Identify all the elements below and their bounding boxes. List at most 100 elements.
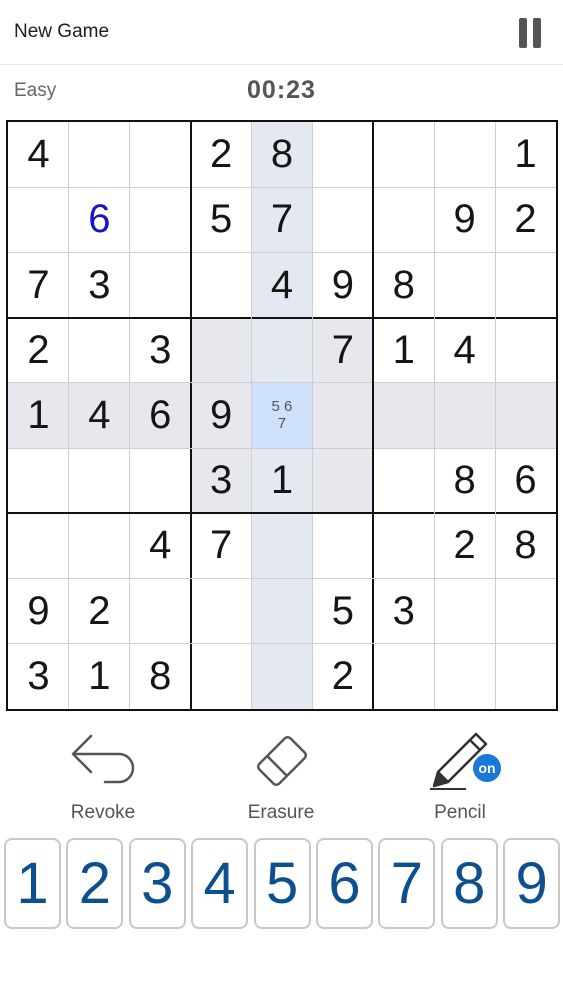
- cell-r1c4[interactable]: 2: [191, 122, 252, 187]
- cell-r6c7[interactable]: [373, 448, 434, 513]
- cell-r4c6[interactable]: 7: [312, 317, 374, 383]
- cell-r5c5[interactable]: 5 6 7: [251, 382, 313, 449]
- cell-r4c9[interactable]: [495, 318, 556, 383]
- cell-r2c5[interactable]: 7: [251, 187, 313, 253]
- number-key-5[interactable]: 5: [253, 838, 311, 929]
- number-key-6[interactable]: 6: [316, 838, 373, 929]
- cell-r5c2[interactable]: 4: [68, 382, 130, 449]
- cell-r3c7[interactable]: 8: [373, 252, 434, 317]
- cell-r3c6[interactable]: 9: [312, 252, 373, 317]
- cell-r6c5[interactable]: 1: [251, 448, 313, 514]
- number-key-2[interactable]: 2: [66, 838, 124, 929]
- cell-r8c5[interactable]: [251, 578, 313, 644]
- number-key-3[interactable]: 3: [128, 838, 186, 929]
- cell-r1c6[interactable]: [312, 122, 373, 187]
- cell-r7c8[interactable]: 2: [434, 513, 495, 578]
- cell-r5c3[interactable]: 6: [129, 382, 191, 449]
- cell-r7c9[interactable]: 8: [495, 513, 556, 578]
- cell-r8c9[interactable]: [495, 579, 556, 644]
- cell-r4c3[interactable]: 3: [130, 318, 191, 383]
- cell-r4c4[interactable]: [190, 317, 252, 383]
- cell-r5c9[interactable]: [495, 382, 556, 449]
- cell-r1c7[interactable]: [373, 122, 434, 187]
- cell-r5c7[interactable]: [373, 382, 435, 449]
- cell-r9c4[interactable]: [191, 644, 252, 709]
- number-key-1[interactable]: 1: [4, 838, 61, 929]
- cell-r7c5[interactable]: [251, 513, 313, 579]
- cell-r5c1[interactable]: 1: [8, 382, 69, 449]
- number-key-4[interactable]: 4: [191, 838, 249, 929]
- cell-r7c1[interactable]: [8, 513, 69, 578]
- cell-r6c3[interactable]: [130, 448, 191, 513]
- cell-r2c1[interactable]: [8, 187, 69, 252]
- cell-r2c3[interactable]: [130, 187, 191, 252]
- cell-r3c1[interactable]: 7: [8, 252, 69, 317]
- cell-r3c8[interactable]: [434, 252, 495, 317]
- cell-r1c3[interactable]: [130, 122, 191, 187]
- cell-r3c3[interactable]: [130, 252, 191, 317]
- cell-r6c2[interactable]: [69, 448, 130, 513]
- number-key-9[interactable]: 9: [503, 838, 561, 929]
- erasure-button[interactable]: Erasure: [211, 722, 351, 827]
- cell-r7c3[interactable]: 4: [130, 513, 191, 578]
- cell-r6c9[interactable]: 6: [495, 448, 556, 513]
- new-game-button[interactable]: New Game: [14, 21, 109, 43]
- cell-r8c4[interactable]: [191, 579, 252, 644]
- cell-r1c9[interactable]: 1: [495, 122, 556, 187]
- cell-r7c6[interactable]: [312, 513, 373, 578]
- cell-r8c2[interactable]: 2: [69, 579, 130, 644]
- cell-r8c6[interactable]: 5: [312, 579, 373, 644]
- cell-r4c1[interactable]: 2: [8, 318, 69, 383]
- cell-r3c5[interactable]: 4: [251, 252, 313, 318]
- cell-r5c4[interactable]: 9: [190, 382, 252, 449]
- cell-r7c4[interactable]: 7: [191, 513, 252, 578]
- cell-r5c8[interactable]: [434, 382, 496, 449]
- cell-r6c8[interactable]: 8: [434, 448, 495, 513]
- pencil-on-badge: on: [471, 752, 503, 784]
- cell-r6c1[interactable]: [8, 448, 69, 513]
- cell-r7c2[interactable]: [69, 513, 130, 578]
- cell-r9c3[interactable]: 8: [130, 644, 191, 709]
- cell-r6c4[interactable]: 3: [190, 448, 252, 514]
- cell-r9c5[interactable]: [251, 643, 313, 709]
- cell-r7c7[interactable]: [373, 513, 434, 578]
- cell-r4c2[interactable]: [69, 318, 130, 383]
- cell-r9c2[interactable]: 1: [69, 644, 130, 709]
- cell-r4c5[interactable]: [251, 317, 313, 383]
- grid-line-vertical: [311, 122, 313, 709]
- cell-r9c7[interactable]: [373, 644, 434, 709]
- cell-r2c8[interactable]: 9: [434, 187, 495, 252]
- cell-r8c8[interactable]: [434, 579, 495, 644]
- status-bar: Easy 00:23: [0, 66, 563, 118]
- cell-r5c6[interactable]: [312, 382, 374, 449]
- cell-r9c6[interactable]: 2: [312, 644, 373, 709]
- cell-r3c4[interactable]: [191, 252, 252, 317]
- cell-r8c7[interactable]: 3: [373, 579, 434, 644]
- pencil-button[interactable]: on Pencil: [390, 722, 530, 827]
- number-key-8[interactable]: 8: [440, 838, 498, 929]
- cell-r4c7[interactable]: 1: [373, 318, 434, 383]
- grid-line-horizontal: [8, 316, 556, 319]
- cell-r1c8[interactable]: [434, 122, 495, 187]
- cell-r2c7[interactable]: [373, 187, 434, 252]
- cell-r9c1[interactable]: 3: [8, 644, 69, 709]
- cell-r2c9[interactable]: 2: [495, 187, 556, 252]
- number-key-7[interactable]: 7: [378, 838, 436, 929]
- revoke-button[interactable]: Revoke: [33, 722, 173, 827]
- cell-r3c2[interactable]: 3: [69, 252, 130, 317]
- cell-r2c2[interactable]: 6: [69, 187, 130, 252]
- cell-r8c1[interactable]: 9: [8, 579, 69, 644]
- cell-r6c6[interactable]: [312, 448, 374, 514]
- cell-r1c5[interactable]: 8: [251, 122, 313, 188]
- cell-r9c9[interactable]: [495, 644, 556, 709]
- cell-r9c8[interactable]: [434, 644, 495, 709]
- revoke-label: Revoke: [70, 802, 136, 823]
- pause-icon[interactable]: [518, 18, 542, 48]
- cell-r4c8[interactable]: 4: [434, 318, 495, 383]
- cell-r2c4[interactable]: 5: [191, 187, 252, 252]
- cell-r1c2[interactable]: [69, 122, 130, 187]
- cell-r1c1[interactable]: 4: [8, 122, 69, 187]
- cell-r2c6[interactable]: [312, 187, 373, 252]
- cell-r8c3[interactable]: [130, 579, 191, 644]
- cell-r3c9[interactable]: [495, 252, 556, 317]
